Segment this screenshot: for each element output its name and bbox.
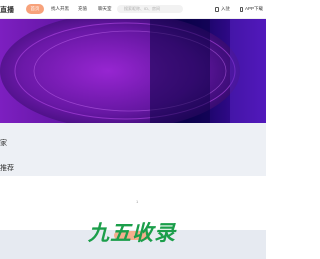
banner-graphic xyxy=(0,19,266,123)
hero-banner[interactable] xyxy=(0,19,266,123)
section-title-family: 家 xyxy=(0,140,7,147)
search-input[interactable]: 搜索昵称、ID、房间 xyxy=(117,5,183,13)
nav-find-people[interactable]: 找人开黑 xyxy=(51,6,69,12)
top-navigation-bar: 直播 首页 找人开黑 充值 聊天室 搜索昵称、ID、房间 入驻 APP下载 xyxy=(0,0,266,19)
login-button[interactable]: 入驻 xyxy=(215,5,230,13)
search-placeholder: 搜索昵称、ID、房间 xyxy=(124,6,160,11)
nav-chat-room[interactable]: 聊天室 xyxy=(98,6,112,12)
app-download-label: APP下载 xyxy=(245,6,264,11)
site-logo[interactable]: 直播 xyxy=(0,5,14,15)
user-icon xyxy=(215,6,219,12)
nav-recharge[interactable]: 充值 xyxy=(78,6,87,12)
section-title-recommend: 推荐 xyxy=(0,165,14,172)
app-download-button[interactable]: APP下载 xyxy=(240,5,263,13)
list-count: 1 xyxy=(136,199,139,204)
login-label: 入驻 xyxy=(221,6,230,11)
phone-icon xyxy=(240,6,243,12)
watermark-text: 九五收录 xyxy=(88,222,176,245)
nav-home[interactable]: 首页 xyxy=(26,4,44,14)
